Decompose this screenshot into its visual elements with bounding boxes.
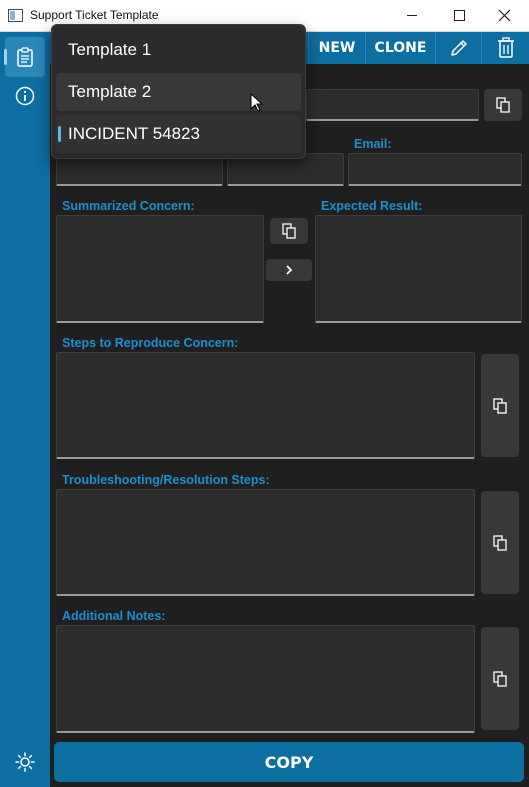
copy-all-button[interactable]: COPY xyxy=(54,742,524,782)
copy-troubleshooting-button[interactable] xyxy=(481,491,519,594)
expected-result-field[interactable] xyxy=(315,215,522,323)
chevron-right-icon xyxy=(286,265,293,275)
ticket-title-field[interactable] xyxy=(306,89,479,121)
expected-result-label: Expected Result: xyxy=(321,199,423,213)
trash-icon xyxy=(497,37,514,58)
copy-steps-button[interactable] xyxy=(481,354,519,457)
troubleshooting-label: Troubleshooting/Resolution Steps: xyxy=(62,473,270,487)
template-dropdown: Template 1 Template 2 INCIDENT 54823 xyxy=(51,24,306,159)
clone-button[interactable]: CLONE xyxy=(365,32,435,64)
template-option[interactable]: Template 2 xyxy=(56,73,301,111)
summarized-concern-field[interactable] xyxy=(56,215,264,323)
close-button[interactable] xyxy=(482,0,528,31)
sun-icon xyxy=(15,752,35,772)
email-field[interactable] xyxy=(348,153,522,186)
steps-field[interactable] xyxy=(56,352,475,459)
copy-icon xyxy=(493,534,507,551)
template-option-selected[interactable]: INCIDENT 54823 xyxy=(56,115,301,153)
app-icon xyxy=(8,9,23,22)
copy-icon xyxy=(493,397,507,414)
maximize-button[interactable] xyxy=(436,0,482,31)
sidebar-item-about[interactable] xyxy=(5,76,45,116)
info-icon xyxy=(15,86,35,106)
edit-button[interactable] xyxy=(435,32,481,64)
template-option[interactable]: Template 1 xyxy=(56,31,301,69)
copy-icon xyxy=(282,223,296,239)
transfer-button[interactable] xyxy=(266,259,312,281)
close-icon xyxy=(498,9,511,22)
pencil-icon xyxy=(450,40,467,56)
notes-label: Additional Notes: xyxy=(62,609,166,623)
minimize-button[interactable] xyxy=(390,0,436,31)
troubleshooting-field[interactable] xyxy=(56,489,475,596)
summarized-concern-label: Summarized Concern: xyxy=(62,199,195,213)
sidebar xyxy=(0,32,50,787)
copy-icon xyxy=(496,97,510,113)
email-label: Email: xyxy=(354,137,392,151)
copy-icon xyxy=(493,670,507,687)
copy-title-button[interactable] xyxy=(484,89,522,121)
sidebar-item-templates[interactable] xyxy=(4,37,45,77)
notes-field[interactable] xyxy=(56,625,475,733)
window-title: Support Ticket Template xyxy=(30,8,159,22)
copy-notes-button[interactable] xyxy=(481,627,519,730)
new-button[interactable]: NEW xyxy=(308,32,365,64)
mouse-cursor-icon xyxy=(250,93,264,112)
steps-label: Steps to Reproduce Concern: xyxy=(62,336,239,350)
copy-concern-button[interactable] xyxy=(270,218,308,244)
theme-toggle-button[interactable] xyxy=(5,742,45,782)
clipboard-icon xyxy=(17,47,33,67)
delete-button[interactable] xyxy=(481,32,529,64)
